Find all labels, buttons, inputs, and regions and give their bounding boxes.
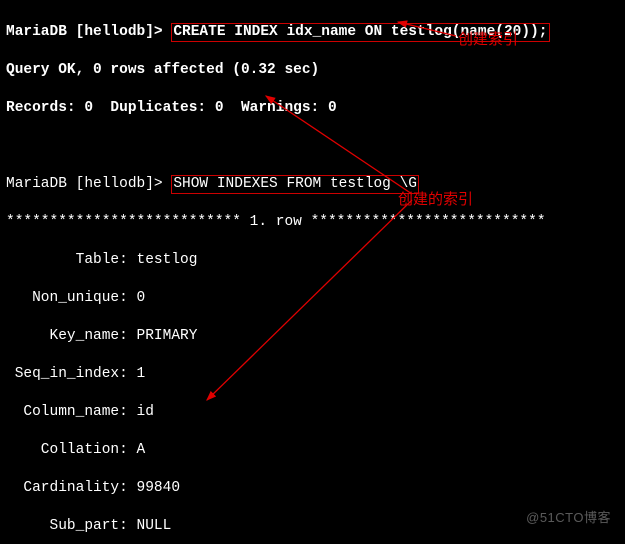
show-indexes-command: SHOW INDEXES FROM testlog \G bbox=[171, 175, 419, 194]
create-index-command: CREATE INDEX idx_name ON testlog(name(20… bbox=[171, 23, 549, 42]
row1-non-unique: Non_unique: 0 bbox=[6, 289, 619, 308]
row1-key-name: Key_name: PRIMARY bbox=[6, 327, 619, 346]
prompt-line-1: MariaDB [hellodb]> CREATE INDEX idx_name… bbox=[6, 24, 550, 40]
row1-sub-part: Sub_part: NULL bbox=[6, 517, 619, 536]
prompt-text: MariaDB [hellodb]> bbox=[6, 24, 171, 40]
terminal-output: MariaDB [hellodb]> CREATE INDEX idx_name… bbox=[0, 0, 625, 544]
row-separator-1: *************************** 1. row *****… bbox=[6, 213, 619, 232]
row1-column-name: Column_name: id bbox=[6, 403, 619, 422]
prompt-line-2: MariaDB [hellodb]> SHOW INDEXES FROM tes… bbox=[6, 176, 419, 192]
prompt-text: MariaDB [hellodb]> bbox=[6, 176, 171, 192]
row1-collation: Collation: A bbox=[6, 441, 619, 460]
blank-line bbox=[6, 137, 619, 156]
row1-table: Table: testlog bbox=[6, 251, 619, 270]
query-ok-line: Query OK, 0 rows affected (0.32 sec) bbox=[6, 61, 619, 80]
records-line: Records: 0 Duplicates: 0 Warnings: 0 bbox=[6, 99, 619, 118]
row1-seq-in-index: Seq_in_index: 1 bbox=[6, 365, 619, 384]
row1-cardinality: Cardinality: 99840 bbox=[6, 479, 619, 498]
